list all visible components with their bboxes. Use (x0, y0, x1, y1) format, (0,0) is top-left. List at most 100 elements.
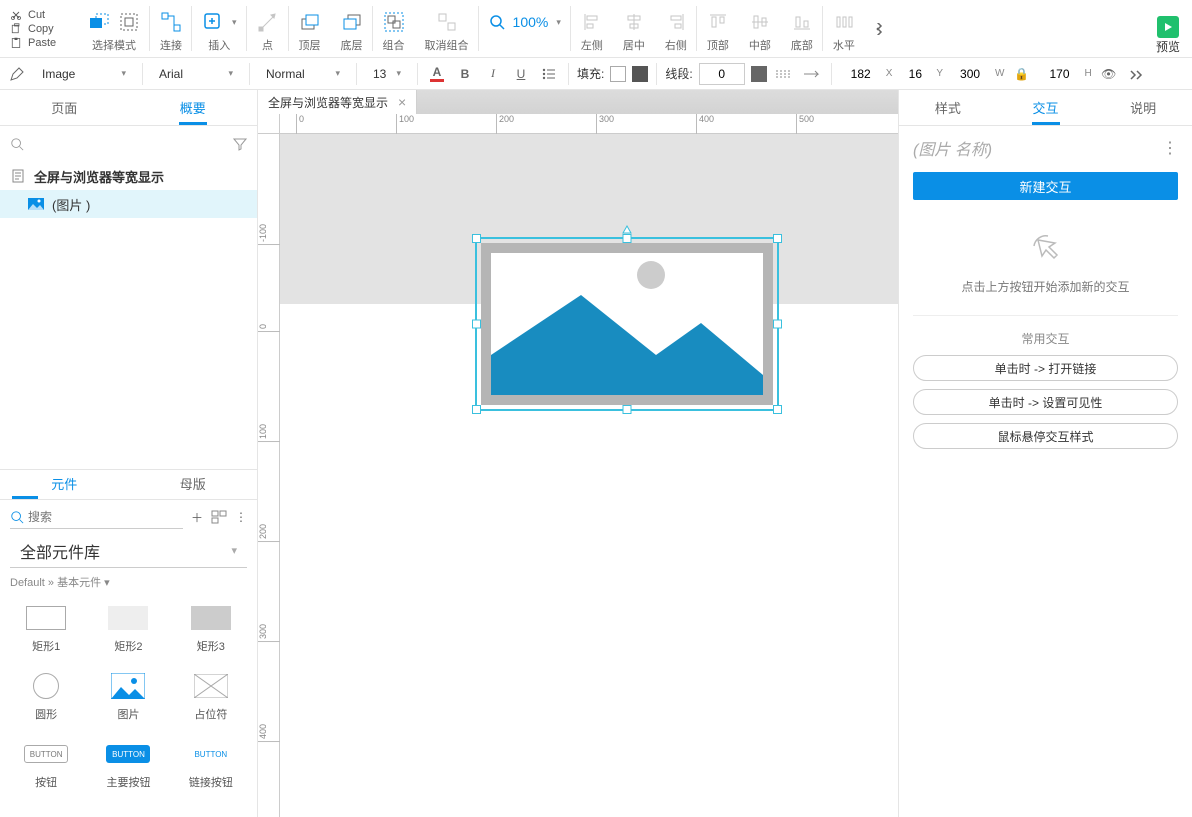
resize-handle-tr[interactable] (773, 234, 782, 243)
edit-shape-icon[interactable] (6, 63, 28, 85)
widget-placeholder[interactable]: 占位符 (171, 664, 251, 730)
resize-handle-ml[interactable] (472, 320, 481, 329)
fmt-overflow-icon[interactable] (1126, 63, 1148, 85)
widget-image[interactable]: 图片 (88, 664, 168, 730)
resize-handle-bm[interactable] (623, 405, 632, 414)
tab-interactions[interactable]: 交互 (997, 98, 1095, 125)
insert-icon (202, 11, 224, 33)
send-back-label: 底层 (341, 37, 363, 55)
widget-ellipse[interactable]: 圆形 (6, 664, 86, 730)
close-tab-icon[interactable]: × (398, 94, 406, 110)
fill2-swatch[interactable] (632, 66, 648, 82)
bold-icon[interactable]: B (454, 63, 476, 85)
select-contain-icon[interactable] (118, 11, 140, 33)
widget-grid: 矩形1 矩形2 矩形3 圆形 图片 占位符 BUTTON按钮 BUTTON主要按… (0, 596, 257, 798)
resize-handle-tl[interactable] (472, 234, 481, 243)
widget-rect3[interactable]: 矩形3 (171, 596, 251, 662)
stroke-width-input[interactable] (699, 63, 745, 85)
search-icon[interactable] (10, 137, 24, 151)
resize-handle-br[interactable] (773, 405, 782, 414)
bring-front-label: 顶层 (299, 37, 321, 55)
select-intersect-icon[interactable] (88, 11, 110, 33)
insert-label: 插入 (208, 37, 230, 55)
text-color-icon[interactable]: A (426, 63, 448, 85)
widget-rect2[interactable]: 矩形2 (88, 596, 168, 662)
ribbon-overflow-icon[interactable] (865, 0, 895, 57)
group-group[interactable]: 组合 (373, 0, 415, 57)
page-node-label: 全屏与浏览器等宽显示 (34, 167, 164, 186)
font-dropdown[interactable]: Arial▾ (151, 62, 241, 86)
common-interaction-set-visible[interactable]: 单击时 -> 设置可见性 (913, 389, 1178, 415)
play-icon (1157, 16, 1179, 38)
stroke-color-swatch[interactable] (751, 66, 767, 82)
x-input[interactable] (840, 63, 882, 85)
bring-front-group[interactable]: 顶层 (289, 0, 331, 57)
italic-icon[interactable]: I (482, 63, 504, 85)
visibility-icon[interactable]: 👁 (1098, 63, 1120, 85)
selection-menu-icon[interactable]: ⋮ (1162, 138, 1178, 158)
point-label: 点 (262, 37, 273, 55)
h-input[interactable] (1038, 63, 1080, 85)
underline-icon[interactable]: U (510, 63, 532, 85)
resize-handle-mr[interactable] (773, 320, 782, 329)
fill-swatch[interactable] (610, 66, 626, 82)
align-center-group: 居中 (613, 0, 655, 57)
lib-search-input[interactable] (28, 510, 183, 524)
connect-group[interactable]: 连接 (150, 0, 192, 57)
cut-button[interactable]: Cut (10, 9, 72, 21)
ungroup-label: 取消组合 (425, 37, 469, 55)
tab-pages[interactable]: 页面 (0, 98, 129, 125)
tree-page-node[interactable]: 全屏与浏览器等宽显示 (0, 162, 257, 190)
ruler-corner (258, 114, 280, 134)
library-menu-icon[interactable]: ⋮ (235, 506, 247, 528)
tab-widgets[interactable]: 元件 (0, 474, 129, 499)
tabstrip-empty (417, 90, 898, 114)
font-weight-dropdown[interactable]: Normal▾ (258, 62, 348, 86)
common-interaction-hover-style[interactable]: 鼠标悬停交互样式 (913, 423, 1178, 449)
lib-breadcrumb[interactable]: Default » 基本元件 ▾ (0, 568, 257, 596)
resize-handle-tm[interactable] (623, 234, 632, 243)
ungroup-icon (436, 11, 458, 33)
point-icon (257, 11, 279, 33)
common-interaction-open-link[interactable]: 单击时 -> 打开链接 (913, 355, 1178, 381)
tab-style[interactable]: 样式 (899, 98, 997, 125)
select-mode-label: 选择模式 (92, 37, 136, 55)
canvas-viewport[interactable]: 0 100 200 300 400 500 -100 0 100 200 300… (258, 114, 898, 817)
tab-outline[interactable]: 概要 (129, 98, 258, 125)
send-back-group[interactable]: 底层 (331, 0, 373, 57)
selection-bounds[interactable] (475, 237, 779, 411)
lib-title[interactable]: 全部元件库▾ (10, 534, 247, 568)
paste-button[interactable]: Paste (10, 37, 72, 49)
shape-type-dropdown[interactable]: Image▾ (34, 62, 134, 86)
widget-link-button[interactable]: BUTTON链接按钮 (171, 732, 251, 798)
widget-button[interactable]: BUTTON按钮 (6, 732, 86, 798)
tab-masters[interactable]: 母版 (129, 474, 258, 499)
y-input[interactable] (898, 63, 932, 85)
copy-button[interactable]: Copy (10, 23, 72, 35)
widget-primary-button[interactable]: BUTTON主要按钮 (88, 732, 168, 798)
widget-rect1[interactable]: 矩形1 (6, 596, 86, 662)
font-size-dropdown[interactable]: 13▾ (365, 62, 409, 86)
tree-image-node[interactable]: (图片 ) (0, 190, 257, 218)
library-panel: 元件 母版 ＋ ⋮ 全部元件库▾ Default » 基本元件 ▾ 矩形1 矩形… (0, 469, 257, 817)
tab-notes[interactable]: 说明 (1094, 98, 1192, 125)
stroke-style-icon[interactable] (773, 63, 795, 85)
filter-icon[interactable] (233, 137, 247, 151)
insert-group[interactable]: ▾ 插入 (192, 0, 247, 57)
lock-aspect-icon[interactable]: 🔒 (1010, 63, 1032, 85)
arrow-style-icon[interactable] (801, 63, 823, 85)
zoom-group[interactable]: 100% ▾ (479, 0, 571, 57)
library-settings-icon[interactable] (211, 506, 227, 528)
resize-handle-bl[interactable] (472, 405, 481, 414)
preview-button[interactable]: 预览 (1150, 0, 1186, 57)
selection-name[interactable]: (图片 名称) (913, 136, 992, 160)
w-input[interactable] (949, 63, 991, 85)
add-library-icon[interactable]: ＋ (191, 506, 203, 528)
y-coord: Y (898, 63, 943, 85)
new-interaction-button[interactable]: 新建交互 (913, 172, 1178, 200)
canvas-tab[interactable]: 全屏与浏览器等宽显示 × (258, 90, 417, 114)
zoom-icon (489, 14, 505, 30)
bullet-list-icon[interactable] (538, 63, 560, 85)
align-bottom-group: 底部 (781, 0, 823, 57)
left-tabs: 页面 概要 (0, 90, 257, 126)
